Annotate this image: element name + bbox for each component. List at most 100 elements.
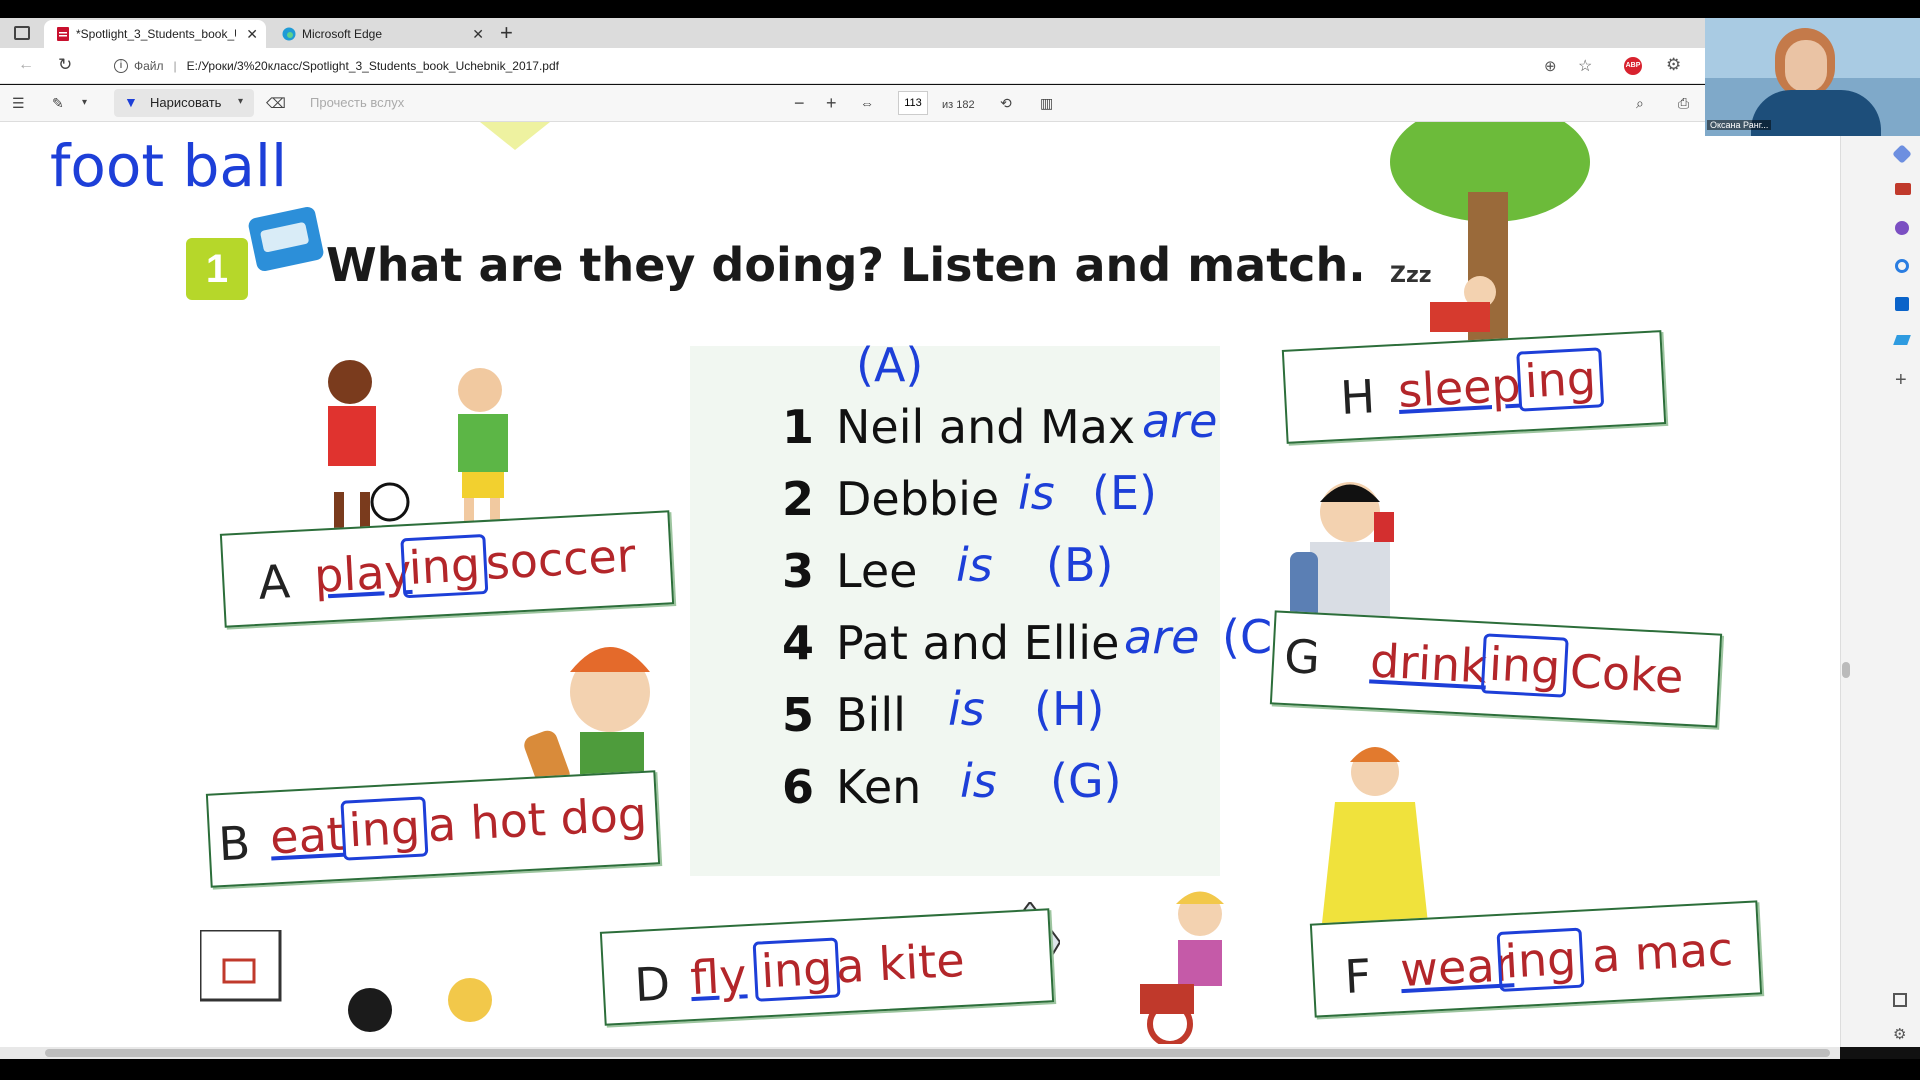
screen: *Spotlight_3_Students_book_Uc ✕ Microsof…: [0, 0, 1920, 1080]
sentence-number: 6: [782, 760, 815, 814]
sentence-text: Debbie: [836, 472, 1000, 526]
tab-title: *Spotlight_3_Students_book_Uc: [76, 27, 236, 41]
draw-button[interactable]: ▼ Нарисовать ▾: [114, 89, 254, 117]
pdf-toolbar: ☰ ✎ ▾ ▼ Нарисовать ▾ ⌫ Прочесть вслух − …: [0, 85, 1840, 122]
label-letter: G: [1282, 628, 1322, 685]
tab-edge[interactable]: Microsoft Edge ✕: [270, 20, 492, 48]
sentence-text: Bill: [836, 688, 906, 742]
handwritten-title: foot ball: [50, 132, 288, 200]
label-letter: A: [257, 554, 292, 610]
label-rest: a kite: [834, 932, 966, 994]
scroll-thumb[interactable]: [1842, 662, 1850, 678]
label-suffix: ing: [1516, 347, 1605, 412]
sentence-number: 2: [782, 472, 815, 526]
contents-icon[interactable]: ☰: [12, 94, 25, 112]
zoom-in-icon[interactable]: +: [826, 94, 837, 112]
page-view-icon[interactable]: ▥: [1040, 94, 1053, 112]
new-tab-icon[interactable]: +: [500, 20, 513, 46]
tab-pdf[interactable]: *Spotlight_3_Students_book_Uc ✕: [44, 20, 266, 48]
label-rest: Coke: [1568, 643, 1685, 704]
person-face: [1785, 40, 1827, 92]
sentence-text: Pat and Ellie: [836, 616, 1120, 670]
tab-title: Microsoft Edge: [302, 27, 383, 41]
refresh-icon[interactable]: ↻: [58, 55, 72, 75]
label-suffix: ing: [340, 796, 429, 861]
sentence-number: 1: [782, 400, 815, 454]
label-g: G drink ing Coke: [1269, 610, 1723, 728]
edge-sidebar: + ⚙: [1840, 85, 1920, 1047]
zoom-out-icon[interactable]: −: [794, 94, 805, 112]
label-letter: D: [633, 956, 672, 1013]
horizontal-scrollbar[interactable]: [0, 1047, 1840, 1059]
webcam-video: Оксана Ранг...: [1705, 18, 1920, 136]
draw-label: Нарисовать: [150, 95, 222, 110]
add-icon[interactable]: +: [1895, 369, 1907, 392]
address-bar: ← ↻ i Файл | E:/Уроки/3%20класс/Spotligh…: [0, 48, 1705, 84]
url-scheme: Файл: [134, 59, 164, 73]
handwritten-answer: is: [1018, 466, 1055, 520]
read-aloud-button[interactable]: Прочесть вслух: [310, 94, 404, 112]
search-icon[interactable]: ⌕: [1636, 94, 1644, 112]
label-stem: eat: [268, 806, 347, 865]
vertical-scrollbar[interactable]: [1840, 122, 1852, 1047]
bottom-border: [0, 1059, 1920, 1080]
back-icon[interactable]: ←: [18, 56, 34, 74]
tab-bar: *Spotlight_3_Students_book_Uc ✕ Microsof…: [0, 18, 1705, 48]
girl-riding-bike-illustration: [1140, 891, 1224, 1044]
highlight-icon[interactable]: ✎: [52, 94, 64, 112]
outlook-icon[interactable]: [1895, 297, 1909, 311]
page-number-input[interactable]: 113: [898, 91, 928, 115]
url-divider: |: [173, 59, 177, 73]
scroll-thumb[interactable]: [45, 1049, 1830, 1057]
adblock-icon[interactable]: ABP: [1624, 57, 1642, 75]
sentence-text: Lee: [836, 544, 918, 598]
fit-page-icon[interactable]: ⇔: [860, 94, 874, 112]
girl-in-raincoat-illustration: [1320, 747, 1430, 942]
print-icon[interactable]: ⎙: [1678, 94, 1689, 112]
label-b: B eat ing a hot dog: [205, 770, 661, 888]
chevron-down-icon: ▾: [238, 96, 244, 107]
label-stem: sleep: [1396, 357, 1522, 418]
close-tab-icon[interactable]: ✕: [246, 26, 258, 43]
panel-icon[interactable]: [1893, 993, 1907, 1007]
label-suffix: ing: [400, 533, 489, 599]
handwritten-answer: is: [948, 682, 985, 736]
label-stem: drink: [1368, 633, 1489, 694]
settings-icon[interactable]: ⚙: [1893, 1025, 1906, 1043]
zoom-icon[interactable]: ⊕: [1544, 57, 1557, 75]
tab-actions-icon[interactable]: [14, 26, 30, 40]
handwritten-answer: is: [960, 754, 997, 808]
send-icon[interactable]: [1893, 335, 1911, 345]
chevron-down-icon[interactable]: ▾: [82, 94, 87, 112]
close-tab-icon[interactable]: ✕: [472, 26, 484, 43]
shopping-icon[interactable]: [1895, 183, 1911, 195]
label-letter: B: [217, 815, 252, 872]
svg-text:Zzz: Zzz: [1390, 263, 1432, 288]
handwritten-answer: are: [1142, 394, 1218, 448]
top-border: [0, 0, 1920, 18]
handwritten-choice: (H): [1034, 682, 1105, 736]
sentence-number: 4: [782, 616, 815, 670]
handwritten-answer: are: [1124, 610, 1200, 664]
girls-playing-basketball-illustration: [200, 930, 492, 1032]
page-total: из 182: [942, 99, 975, 111]
label-rest: a hot dog: [426, 786, 649, 853]
pen-icon: ▼: [124, 94, 138, 110]
label-suffix: ing: [1496, 927, 1585, 992]
label-rest: a mac: [1590, 921, 1735, 984]
rotate-icon[interactable]: ⟲: [1000, 94, 1012, 112]
pdf-page: foot ball 1 What are they doing? Listen …: [0, 122, 1840, 1047]
url-field[interactable]: i Файл | E:/Уроки/3%20класс/Spotlight_3_…: [104, 54, 1544, 78]
tag-icon[interactable]: [1892, 144, 1912, 164]
info-icon[interactable]: i: [114, 59, 128, 73]
favorites-icon[interactable]: ☆: [1578, 56, 1592, 76]
games-icon[interactable]: [1895, 221, 1909, 235]
eraser-icon[interactable]: ⌫: [266, 94, 286, 112]
label-letter: F: [1343, 948, 1373, 1005]
sentence-text: Neil and Max: [836, 400, 1136, 454]
label-h: H sleep ing: [1281, 330, 1667, 444]
extensions-icon[interactable]: ⚙: [1666, 55, 1681, 75]
label-rest: soccer: [484, 528, 637, 590]
exercise-heading: What are they doing? Listen and match.: [326, 238, 1366, 292]
office-icon[interactable]: [1895, 259, 1909, 273]
